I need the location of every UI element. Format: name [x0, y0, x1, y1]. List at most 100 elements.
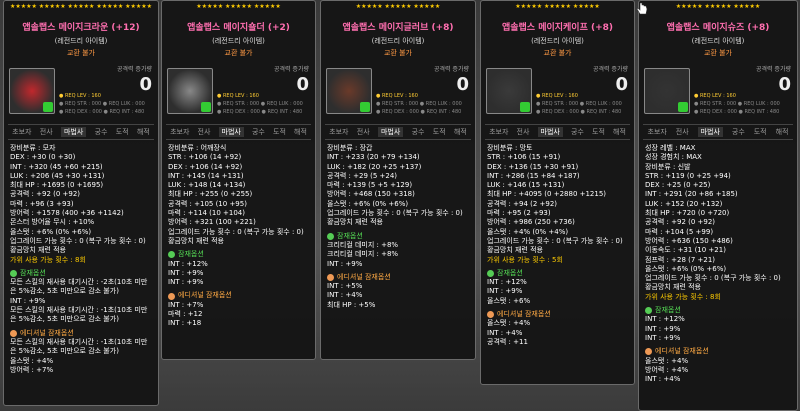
stat-line: 마력 : +104 (5 +99) — [645, 227, 714, 236]
attack-increase-label: 공격력 증가량 — [273, 66, 309, 73]
req-line: ● REQ DEX : 000 ● REQ INT : 480 — [694, 109, 780, 115]
requirements: ● REQ LEV : 160 ● REQ STR : 000 ● REQ LUK… — [536, 92, 622, 116]
item-grade: (레전드리 아이템) — [691, 37, 745, 45]
potential-header: 잠재옵션 — [487, 269, 628, 278]
trade-status: 교환 불가 — [384, 49, 412, 57]
job-label: 마법사 — [697, 127, 723, 137]
req-line: ● REQ DEX : 000 ● REQ INT : 480 — [536, 109, 622, 115]
job-label: 초보자 — [489, 128, 509, 136]
bonus-potential-line: 올스탯 : +4% — [487, 319, 531, 328]
job-label: 도적 — [115, 128, 129, 136]
potential-grade-icon — [168, 251, 175, 259]
potential-line: INT : +9% — [327, 259, 363, 268]
stat-line: 최대 HP : +720 (0 +720) — [645, 209, 730, 218]
job-label: 궁수 — [411, 128, 425, 136]
item-header: 공격력 증가량 0 ● REQ LEV : 160 ● REQ STR : 000 ●… — [162, 64, 315, 124]
potential-line: INT : +9% — [487, 287, 523, 296]
stat-line: 장비분류 : 모자 — [10, 144, 56, 152]
potential-line: INT : +12% — [168, 259, 208, 268]
starforce-stars: ★★★★★ ★★★★★ ★★★★★ — [196, 3, 281, 10]
item-tooltip: ★★★★★ ★★★★★ ★★★★★ 앱솔랩스 메이지슈즈 (+8) (레전드리 아이… — [638, 0, 798, 411]
stat-line: 가위 사용 가능 횟수 : 5회 — [487, 255, 563, 264]
job-label: 해적 — [613, 128, 626, 136]
stat-line: 업그레이드 가능 횟수 : 0 (복구 가능 횟수 : 0) — [168, 227, 304, 236]
req-line: ● REQ DEX : 000 ● REQ INT : 480 — [217, 109, 303, 115]
job-label: 도적 — [432, 128, 446, 136]
stat-line: DEX : +30 (0 +30) — [10, 153, 76, 162]
stat-line: 업그레이드 가능 횟수 : 0 (복구 가능 횟수 : 0) — [487, 236, 623, 245]
job-label: 초보자 — [647, 128, 667, 136]
potential-line: INT : +9% — [168, 268, 204, 277]
stat-line: 공격력 : +94 (2 +92) — [487, 199, 558, 208]
potential-line: 올스탯 : +6% — [487, 296, 531, 305]
starforce-stars: ★★★★★ ★★★★★ ★★★★★ — [515, 3, 600, 10]
item-name: 앱솔랩스 메이지글러브 (+8) — [342, 23, 454, 33]
bonus-potential-header: 에디셔널 잠재옵션 — [168, 291, 309, 300]
item-header: 공격력 증가량 0 ● REQ LEV : 160 ● REQ STR : 000 ●… — [481, 64, 634, 124]
potential-line: INT : +12% — [487, 278, 527, 287]
hand-cursor-icon — [636, 2, 648, 15]
potential-line: INT : +12% — [645, 315, 685, 324]
item-header: 공격력 증가량 0 ● REQ LEV : 160 ● REQ STR : 000 ●… — [321, 64, 475, 124]
job-label: 해적 — [453, 128, 467, 136]
stat-line: DEX : +106 (14 +92) — [168, 162, 243, 171]
lock-icon — [678, 102, 688, 112]
job-label: 도적 — [753, 128, 767, 136]
stat-line: INT : +286 (15 +84 +187) — [487, 171, 580, 180]
bonus-potential-line: 방어력 : +7% — [10, 365, 54, 374]
stat-line: 최대 HP : +1695 (0 +1695) — [10, 181, 104, 190]
stat-line: 올스탯 : +6% (0% +6%) — [10, 227, 92, 236]
req-line: ● REQ STR : 000 ● REQ LUK : 000 — [59, 101, 145, 107]
req-line: ● REQ LEV : 160 — [376, 93, 418, 99]
stat-line: 최대 HP : +4095 (0 +2880 +1215) — [487, 190, 607, 199]
req-line: ● REQ STR : 000 ● REQ LUK : 000 — [536, 101, 622, 107]
item-grade: (레전드리 아이템) — [531, 37, 584, 45]
item-icon — [644, 68, 690, 114]
req-line: ● REQ LEV : 160 — [694, 93, 736, 99]
stat-line: 공격력 : +29 (5 +24) — [327, 171, 398, 180]
req-line: ● REQ LEV : 160 — [536, 93, 578, 99]
stat-line: 방어력 : +636 (150 +486) — [645, 236, 733, 245]
trade-status: 교환 불가 — [224, 49, 253, 57]
attack-increase-label: 공격력 증가량 — [116, 66, 152, 73]
req-line: ● REQ STR : 000 ● REQ LUK : 000 — [217, 101, 303, 107]
bonus-potential-line: 모든 스킬의 재사용 대기시간 : -1초(10초 미만 — [10, 337, 148, 346]
stat-line: 마력 : +95 (2 +93) — [487, 209, 551, 218]
stat-line: 황금망치 재련 적용 — [10, 246, 66, 255]
requirements: ● REQ LEV : 160 ● REQ STR : 000 ● REQ LUK… — [694, 92, 780, 116]
potential-line: INT : +9% — [168, 278, 204, 287]
potential-header: 잠재옵션 — [645, 306, 791, 315]
bonus-potential-header: 에디셔널 잠재옵션 — [645, 347, 791, 356]
attack-increase-value: 0 — [778, 74, 791, 95]
lock-icon — [43, 102, 53, 112]
requirements: ● REQ LEV : 160 ● REQ STR : 000 ● REQ LUK… — [59, 92, 145, 116]
bonus-potential-line: 방어력 : +4% — [645, 365, 689, 374]
item-icon — [167, 68, 213, 114]
trade-status: 교환 불가 — [543, 49, 572, 57]
requirements: ● REQ LEV : 160 ● REQ STR : 000 ● REQ LUK… — [376, 92, 462, 116]
stat-list: 장비분류 : 어깨장식 STR : +106 (14 +92) DEX : +106… — [162, 140, 315, 333]
requirements: ● REQ LEV : 160 ● REQ STR : 000 ● REQ LUK… — [217, 92, 303, 116]
bonus-potential-line: 올스탯 : +4% — [10, 356, 54, 365]
attack-increase-label: 공격력 증가량 — [755, 66, 791, 73]
stat-line: DEX : +136 (15 +30 +91) — [487, 162, 579, 171]
stat-line: 올스탯 : +6% (0% +6%) — [327, 199, 409, 208]
item-name: 앱솔랩스 메이지숄더 (+2) — [187, 23, 290, 33]
job-row: 초보자 전사 마법사 궁수 도적 해적 — [166, 124, 311, 140]
stat-line: 업그레이드 가능 횟수 : 0 (복구 가능 횟수 : 0) — [327, 209, 463, 218]
bonus-potential-grade-icon — [327, 274, 334, 281]
bonus-potential-grade-icon — [10, 329, 17, 337]
job-label: 궁수 — [570, 128, 584, 136]
starforce-stars: ★★★★★ ★★★★★ ★★★★★ — [675, 3, 761, 10]
stat-line: LUK : +206 (45 +30 +131) — [10, 171, 105, 180]
stat-line: 최대 HP : +255 (0 +255) — [168, 190, 253, 199]
potential-header: 잠재옵션 — [168, 250, 309, 259]
item-tooltip: ★★★★★ ★★★★★ ★★★★★ 앱솔랩스 메이지숄더 (+2) (레전드리 아이… — [161, 0, 316, 360]
job-row: 초보자 전사 마법사 궁수 도적 해적 — [485, 124, 630, 140]
lock-icon — [360, 102, 370, 112]
potential-line: 크리티컬 데미지 : +8% — [327, 250, 399, 259]
stat-line: INT : +320 (45 +60 +215) — [10, 162, 103, 171]
item-icon — [9, 68, 55, 114]
job-label: 해적 — [294, 128, 307, 136]
bonus-potential-line: 마력 : +12 — [168, 310, 203, 319]
